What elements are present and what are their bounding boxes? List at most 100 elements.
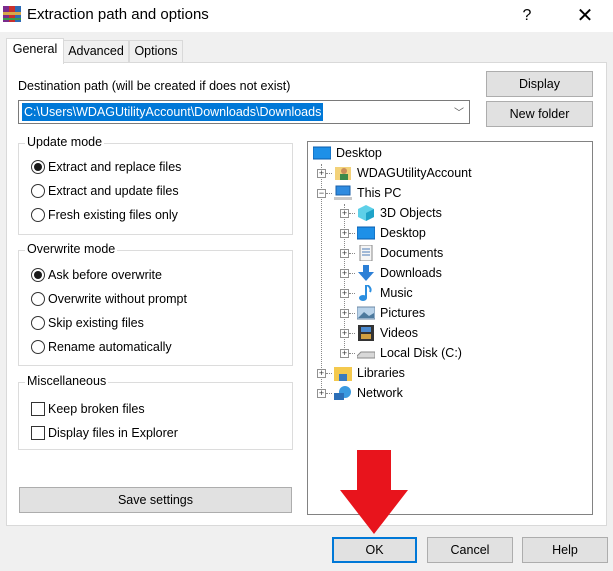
checkbox[interactable] xyxy=(31,402,45,416)
tree-node-label: 3D Objects xyxy=(380,206,442,220)
expand-icon[interactable]: + xyxy=(340,348,349,358)
expand-icon[interactable]: + xyxy=(340,268,349,278)
tree-node-this-pc[interactable]: − This PC xyxy=(317,184,401,202)
tree-node-3d-objects[interactable]: + 3D Objects xyxy=(340,204,442,222)
expand-icon[interactable]: + xyxy=(340,328,349,338)
radio-button[interactable] xyxy=(31,268,45,282)
display-button[interactable]: Display xyxy=(486,71,593,97)
radio-label: Ask before overwrite xyxy=(48,268,162,282)
help-button[interactable]: Help xyxy=(522,537,608,563)
radio-label: Overwrite without prompt xyxy=(48,292,187,306)
winrar-app-icon xyxy=(3,6,21,22)
window-title: Extraction path and options xyxy=(27,6,209,23)
cancel-button[interactable]: Cancel xyxy=(427,537,513,563)
update-mode-group: Update mode Extract and replace files Ex… xyxy=(18,135,293,235)
radio-button[interactable] xyxy=(31,160,45,174)
save-settings-button[interactable]: Save settings xyxy=(19,487,292,513)
destination-path-label: Destination path (will be created if doe… xyxy=(18,79,291,93)
tab-general[interactable]: General xyxy=(6,38,64,64)
tree-node-libraries[interactable]: + Libraries xyxy=(317,364,405,382)
checkbox-display-in-explorer[interactable]: Display files in Explorer xyxy=(31,426,178,440)
tree-node-documents[interactable]: + Documents xyxy=(340,244,443,262)
tree-node-label: Desktop xyxy=(380,226,426,240)
tree-node-label: Downloads xyxy=(380,266,442,280)
tree-node-desktop[interactable]: + Desktop xyxy=(340,224,426,242)
tab-options[interactable]: Options xyxy=(129,40,183,62)
tree-node-music[interactable]: + Music xyxy=(340,284,413,302)
tree-connector xyxy=(349,292,355,294)
destination-path-combobox[interactable]: C:\Users\WDAGUtilityAccount\Downloads\Do… xyxy=(18,100,470,124)
checkbox[interactable] xyxy=(31,426,45,440)
radio-button[interactable] xyxy=(31,316,45,330)
tree-node-user[interactable]: + WDAGUtilityAccount xyxy=(317,164,472,182)
chevron-down-icon[interactable]: ﹀ xyxy=(454,104,464,119)
checkbox-label: Display files in Explorer xyxy=(48,426,178,440)
expand-icon[interactable]: + xyxy=(340,208,349,218)
radio-label: Skip existing files xyxy=(48,316,144,330)
tree-connector xyxy=(349,212,355,214)
expand-icon[interactable]: + xyxy=(317,388,326,398)
videos-icon xyxy=(358,325,374,341)
tree-node-downloads[interactable]: + Downloads xyxy=(340,264,442,282)
3d-objects-icon xyxy=(358,205,374,221)
radio-ask-before-overwrite[interactable]: Ask before overwrite xyxy=(31,268,162,282)
miscellaneous-title: Miscellaneous xyxy=(25,374,109,388)
tree-connector xyxy=(349,252,355,254)
tree-node-videos[interactable]: + Videos xyxy=(340,324,418,342)
tree-node-label: Music xyxy=(380,286,413,300)
help-icon[interactable]: ? xyxy=(515,4,539,28)
tree-connector xyxy=(326,172,332,174)
radio-extract-replace[interactable]: Extract and replace files xyxy=(31,160,181,174)
new-folder-button[interactable]: New folder xyxy=(486,101,593,127)
tree-node-desktop-root[interactable]: Desktop xyxy=(313,144,382,162)
tree-node-local-disk[interactable]: + Local Disk (C:) xyxy=(340,344,462,362)
expand-icon[interactable]: + xyxy=(317,368,326,378)
destination-path-value[interactable]: C:\Users\WDAGUtilityAccount\Downloads\Do… xyxy=(22,103,324,121)
radio-extract-update[interactable]: Extract and update files xyxy=(31,184,179,198)
overwrite-mode-group: Overwrite mode Ask before overwrite Over… xyxy=(18,242,293,366)
documents-icon xyxy=(359,245,373,261)
desktop-icon xyxy=(313,146,331,160)
tree-node-label: Videos xyxy=(380,326,418,340)
radio-button[interactable] xyxy=(31,208,45,222)
red-arrow-annotation-icon xyxy=(340,450,408,534)
radio-skip-existing[interactable]: Skip existing files xyxy=(31,316,144,330)
radio-button[interactable] xyxy=(31,340,45,354)
radio-label: Fresh existing files only xyxy=(48,208,178,222)
radio-button[interactable] xyxy=(31,184,45,198)
drive-icon xyxy=(357,351,375,359)
title-bar: Extraction path and options ? ✕ xyxy=(0,0,613,32)
radio-label: Extract and replace files xyxy=(48,160,182,174)
tree-connector xyxy=(349,352,355,354)
checkbox-keep-broken-files[interactable]: Keep broken files xyxy=(31,402,145,416)
tree-connector xyxy=(349,312,355,314)
expand-icon[interactable]: + xyxy=(340,228,349,238)
downloads-icon xyxy=(358,265,374,281)
tree-connector xyxy=(349,332,355,334)
tree-connector xyxy=(326,392,332,394)
tab-advanced[interactable]: Advanced xyxy=(63,40,129,62)
close-icon[interactable]: ✕ xyxy=(570,2,600,30)
collapse-icon[interactable]: − xyxy=(317,188,326,198)
tree-node-network[interactable]: + Network xyxy=(317,384,403,402)
miscellaneous-group: Miscellaneous Keep broken files Display … xyxy=(18,374,293,450)
tree-node-label: Local Disk (C:) xyxy=(380,346,462,360)
expand-icon[interactable]: + xyxy=(340,248,349,258)
tree-node-label: Pictures xyxy=(380,306,426,320)
radio-fresh-existing[interactable]: Fresh existing files only xyxy=(31,208,178,222)
radio-rename-automatically[interactable]: Rename automatically xyxy=(31,340,172,354)
expand-icon[interactable]: + xyxy=(340,288,349,298)
pictures-icon xyxy=(357,306,375,320)
checkbox-label: Keep broken files xyxy=(48,402,145,416)
tree-node-label: Documents xyxy=(380,246,444,260)
expand-icon[interactable]: + xyxy=(317,168,326,178)
computer-icon xyxy=(334,185,352,200)
network-icon xyxy=(334,386,351,400)
tree-node-pictures[interactable]: + Pictures xyxy=(340,304,425,322)
radio-button[interactable] xyxy=(31,292,45,306)
ok-button[interactable]: OK xyxy=(332,537,417,563)
radio-overwrite-without-prompt[interactable]: Overwrite without prompt xyxy=(31,292,187,306)
tree-connector xyxy=(326,372,332,374)
update-mode-title: Update mode xyxy=(25,135,105,149)
expand-icon[interactable]: + xyxy=(340,308,349,318)
